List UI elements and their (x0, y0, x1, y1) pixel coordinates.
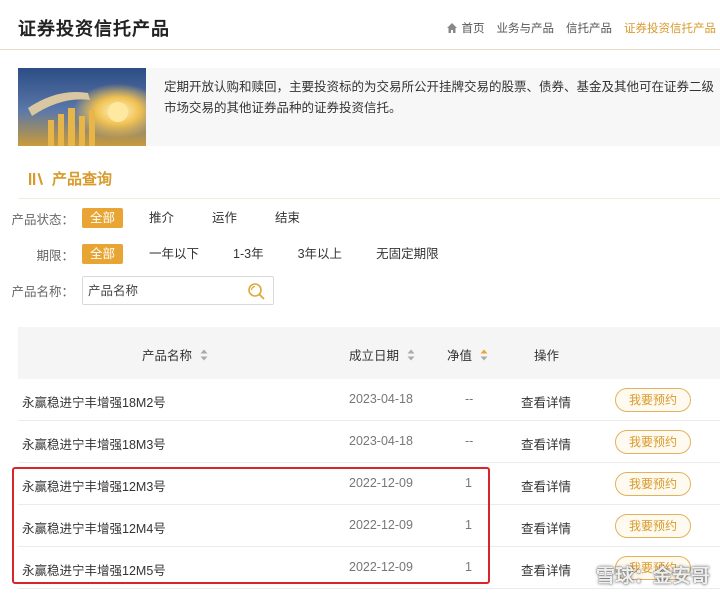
product-name[interactable]: 永赢稳进宁丰增强18M2号 (22, 392, 166, 411)
name-filter: 产品名称： (0, 276, 274, 305)
nav-value: 1 (465, 560, 472, 574)
period-filter-label: 期限： (36, 248, 74, 263)
sort-icon[interactable] (407, 349, 415, 361)
nav-value: 1 (465, 476, 472, 490)
home-icon[interactable] (446, 22, 458, 34)
period-option-1-3y[interactable]: 1-3年 (225, 244, 272, 264)
product-name[interactable]: 永赢稳进宁丰增强12M3号 (22, 476, 166, 495)
product-name-input[interactable] (83, 277, 243, 304)
view-detail-link[interactable]: 查看详情 (521, 434, 571, 453)
period-option-under-1y[interactable]: 一年以下 (141, 244, 207, 264)
search-icon[interactable] (247, 282, 265, 300)
view-detail-link[interactable]: 查看详情 (521, 518, 571, 537)
product-name[interactable]: 永赢稳进宁丰增强12M4号 (22, 518, 166, 537)
column-header-nav-label: 净值 (447, 349, 473, 363)
intro-text: 定期开放认购和赎回，主要投资标的为交易所公开挂牌交易的股票、债券、基金及其他可在… (164, 80, 715, 115)
column-header-date-label: 成立日期 (349, 349, 400, 363)
status-option-ended[interactable]: 结束 (267, 208, 308, 228)
nav-value: -- (465, 434, 474, 448)
status-option-all[interactable]: 全部 (82, 208, 124, 228)
establish-date: 2022-12-09 (349, 518, 413, 532)
nav-value: 1 (465, 518, 472, 532)
search-box (82, 276, 274, 305)
intro-image (18, 68, 146, 146)
table-row: 永赢稳进宁丰增强12M3号 2022-12-09 1 查看详情 我要预约 (18, 463, 720, 505)
column-header-action: 操作 (534, 345, 559, 364)
view-detail-link[interactable]: 查看详情 (521, 560, 571, 579)
period-option-all[interactable]: 全部 (82, 244, 124, 264)
period-option-open-ended[interactable]: 无固定期限 (368, 244, 447, 264)
reserve-button[interactable]: 我要预约 (615, 472, 691, 496)
breadcrumb-business[interactable]: 业务与产品 (497, 20, 555, 36)
establish-date: 2023-04-18 (349, 434, 413, 448)
page-header: 证券投资信托产品 首页 业务与产品 信托产品 证券投资信托产品 (0, 0, 720, 50)
status-option-operating[interactable]: 运作 (204, 208, 245, 228)
table-header: 产品名称 成立日期 净值 操作 (18, 327, 720, 379)
status-filter-label: 产品状态： (11, 212, 74, 227)
query-title-text: 产品查询 (52, 171, 113, 188)
period-option-over-3y[interactable]: 3年以上 (290, 244, 350, 264)
column-header-date[interactable]: 成立日期 (349, 345, 415, 364)
column-header-name[interactable]: 产品名称 (142, 345, 208, 364)
reserve-button[interactable]: 我要预约 (615, 514, 691, 538)
column-header-name-label: 产品名称 (142, 349, 193, 363)
name-filter-label: 产品名称： (11, 285, 74, 299)
bars-icon (29, 172, 43, 185)
product-name[interactable]: 永赢稳进宁丰增强18M3号 (22, 434, 166, 453)
nav-value: -- (465, 392, 474, 406)
reserve-button[interactable]: 我要预约 (615, 430, 691, 454)
establish-date: 2023-04-18 (349, 392, 413, 406)
divider (18, 198, 720, 199)
query-section-title: 产品查询 (28, 168, 112, 189)
snowball-logo-icon (570, 564, 591, 585)
status-filter: 产品状态： 全部 推介 运作 结束 (0, 208, 308, 228)
watermark: 雪球：金安哥 (570, 561, 710, 588)
establish-date: 2022-12-09 (349, 476, 413, 490)
breadcrumb: 首页 业务与产品 信托产品 证券投资信托产品 (446, 20, 716, 36)
breadcrumb-trust[interactable]: 信托产品 (566, 20, 612, 36)
product-name[interactable]: 永赢稳进宁丰增强12M5号 (22, 560, 166, 579)
sort-icon[interactable] (480, 349, 488, 361)
status-option-promoting[interactable]: 推介 (141, 208, 182, 228)
intro-banner: 定期开放认购和赎回，主要投资标的为交易所公开挂牌交易的股票、债券、基金及其他可在… (18, 68, 720, 146)
watermark-text: 雪球：金安哥 (595, 566, 710, 587)
view-detail-link[interactable]: 查看详情 (521, 392, 571, 411)
table-row: 永赢稳进宁丰增强18M3号 2023-04-18 -- 查看详情 我要预约 (18, 421, 720, 463)
breadcrumb-home[interactable]: 首页 (462, 20, 485, 36)
establish-date: 2022-12-09 (349, 560, 413, 574)
breadcrumb-current[interactable]: 证券投资信托产品 (624, 20, 716, 36)
table-row: 永赢稳进宁丰增强18M2号 2023-04-18 -- 查看详情 我要预约 (18, 379, 720, 421)
sort-icon[interactable] (200, 349, 208, 361)
column-header-action-label: 操作 (534, 349, 560, 363)
column-header-nav[interactable]: 净值 (447, 345, 488, 364)
table-row: 永赢稳进宁丰增强12M4号 2022-12-09 1 查看详情 我要预约 (18, 505, 720, 547)
period-filter: 期限： 全部 一年以下 1-3年 3年以上 无固定期限 (0, 244, 447, 264)
page-title: 证券投资信托产品 (18, 19, 170, 39)
view-detail-link[interactable]: 查看详情 (521, 476, 571, 495)
product-table: 产品名称 成立日期 净值 操作 永赢稳进宁丰增强18M2号 2023-04-18… (18, 327, 720, 589)
reserve-button[interactable]: 我要预约 (615, 388, 691, 412)
